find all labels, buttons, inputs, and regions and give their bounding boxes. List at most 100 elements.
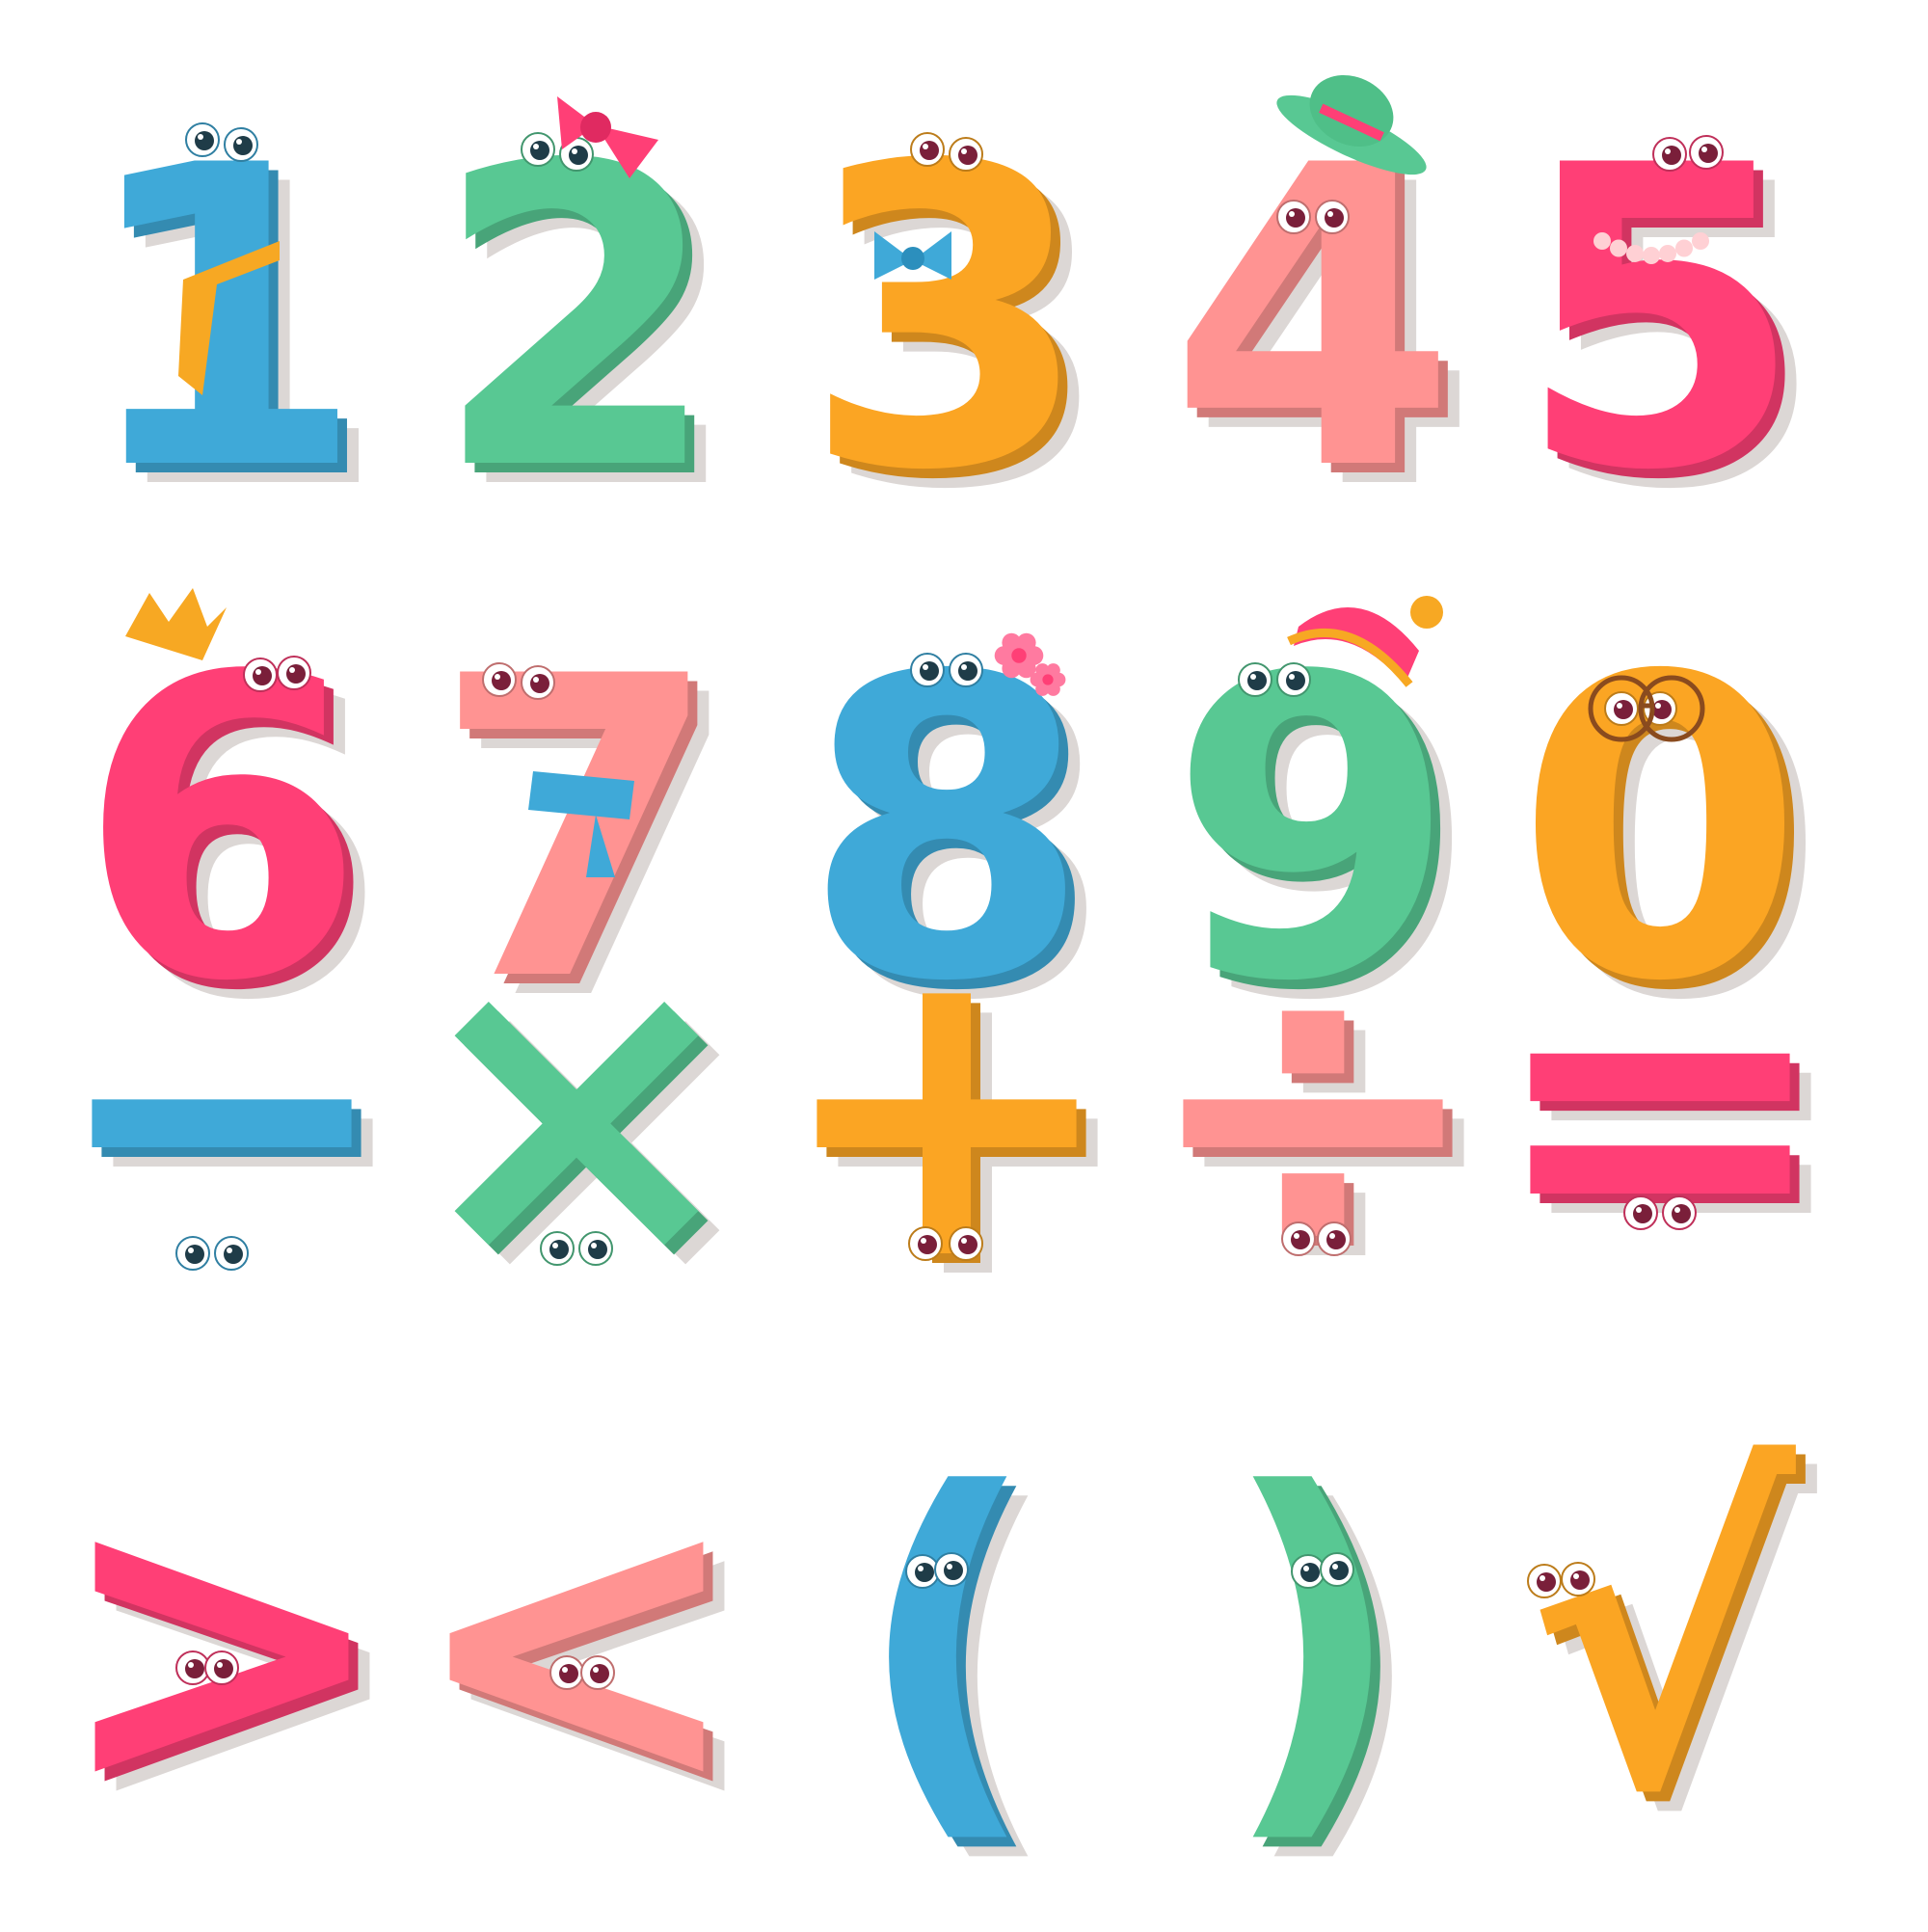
pompom-icon — [1410, 596, 1443, 629]
eye-highlight — [1636, 1207, 1642, 1213]
glyph-operator: < — [407, 1409, 746, 1880]
eye-pupil — [530, 674, 549, 693]
eye-pupil — [1325, 208, 1344, 228]
eye-pupil — [1672, 1204, 1691, 1223]
eye-highlight — [593, 1667, 599, 1673]
eye-pupil — [958, 661, 977, 681]
bow-knot-icon — [580, 112, 611, 143]
eye-highlight — [198, 134, 203, 140]
eye-highlight — [562, 1667, 568, 1673]
eye-highlight — [1289, 674, 1295, 680]
glyph-bracket: ( — [854, 1409, 1039, 1880]
eye-pupil — [1291, 1230, 1310, 1249]
eye-highlight — [1674, 1207, 1680, 1213]
pearl-icon — [1692, 232, 1709, 250]
eye-highlight — [188, 1248, 194, 1253]
glyph-operator: + — [773, 870, 1120, 1352]
eye-pupil — [253, 666, 272, 685]
pearl-icon — [1659, 244, 1676, 262]
eye-highlight — [591, 1243, 597, 1248]
eye-highlight — [961, 1238, 967, 1244]
character-0-0: 111 — [77, 79, 387, 580]
eye-pupil — [1633, 1204, 1652, 1223]
eye-highlight — [255, 669, 261, 675]
character-sheet: 111222333444555666777888999000−−−×××+++÷… — [0, 0, 1928, 1928]
eye-pupil — [915, 1563, 934, 1582]
eye-pupil — [492, 671, 511, 690]
eye-highlight — [1701, 147, 1707, 152]
eye-highlight — [923, 664, 928, 670]
eye-pupil — [918, 1235, 937, 1254]
flower-center-icon — [1011, 648, 1027, 663]
glyph-operator: × — [403, 870, 750, 1352]
eye-highlight — [217, 1662, 223, 1668]
eye-pupil — [1286, 208, 1305, 228]
eye-pupil — [1286, 671, 1305, 690]
eye-pupil — [1247, 671, 1267, 690]
eye-highlight — [921, 1238, 926, 1244]
eye-pupil — [214, 1659, 233, 1678]
eye-highlight — [552, 1243, 558, 1248]
eye-highlight — [495, 674, 500, 680]
eye-highlight — [1655, 703, 1661, 709]
eye-pupil — [590, 1664, 609, 1683]
character-3-4: √√√ — [1525, 1409, 1818, 1899]
eye-pupil — [233, 136, 253, 155]
character-0-4: 555 — [1515, 79, 1825, 580]
eye-highlight — [1332, 1564, 1338, 1570]
eye-pupil — [559, 1664, 578, 1683]
character-3-1: <<< — [407, 1409, 767, 1899]
eye-highlight — [533, 144, 539, 149]
eye-pupil — [549, 1240, 569, 1259]
flower-center-icon — [1042, 674, 1054, 685]
eye-pupil — [1570, 1570, 1590, 1590]
eye-pupil — [920, 141, 939, 160]
character-canvas: 111222333444555666777888999000−−−×××+++÷… — [48, 75, 1855, 1899]
eye-highlight — [289, 667, 295, 673]
eye-highlight — [572, 148, 577, 154]
glyph-digit: 3 — [802, 79, 1090, 561]
eye-highlight — [236, 139, 242, 145]
eye-pupil — [944, 1561, 963, 1580]
character-2-4: === — [1486, 870, 1855, 1371]
eye-highlight — [1329, 1233, 1335, 1239]
eye-highlight — [1540, 1575, 1545, 1581]
character-3-2: ((( — [854, 1409, 1060, 1899]
eye-pupil — [1537, 1572, 1556, 1592]
eye-pupil — [1300, 1563, 1320, 1582]
eye-pupil — [1652, 700, 1672, 719]
pearl-icon — [1643, 247, 1660, 264]
eye-highlight — [918, 1566, 924, 1571]
eye-highlight — [1665, 148, 1671, 154]
eye-pupil — [1662, 146, 1681, 165]
eye-pupil — [530, 141, 549, 160]
eye-pupil — [1329, 1561, 1349, 1580]
eye-pupil — [1326, 1230, 1346, 1249]
glyph-bracket: ) — [1220, 1409, 1406, 1880]
character-2-3: ÷÷÷ — [1139, 870, 1508, 1371]
eye-pupil — [1699, 144, 1718, 163]
eye-highlight — [227, 1248, 232, 1253]
eye-pupil — [224, 1245, 243, 1264]
eye-highlight — [1327, 211, 1333, 217]
character-3-0: >>> — [52, 1409, 413, 1899]
eye-pupil — [1614, 700, 1633, 719]
eye-pupil — [958, 146, 977, 165]
glyph-digit: 1 — [77, 79, 365, 561]
pearl-icon — [1593, 232, 1611, 250]
pearl-icon — [1610, 239, 1627, 257]
eye-highlight — [188, 1662, 194, 1668]
eye-highlight — [961, 148, 967, 154]
eye-highlight — [923, 144, 928, 149]
eye-highlight — [961, 664, 967, 670]
eye-highlight — [1303, 1566, 1309, 1571]
glyph-operator: √ — [1525, 1409, 1797, 1880]
eye-pupil — [286, 664, 306, 684]
eye-pupil — [588, 1240, 607, 1259]
glyph-operator: − — [48, 870, 395, 1352]
eye-pupil — [569, 146, 588, 165]
bowtie-knot-icon — [901, 247, 924, 270]
character-0-3: 444 — [1168, 75, 1479, 580]
eye-highlight — [1289, 211, 1295, 217]
character-0-2: 333 — [802, 79, 1111, 580]
